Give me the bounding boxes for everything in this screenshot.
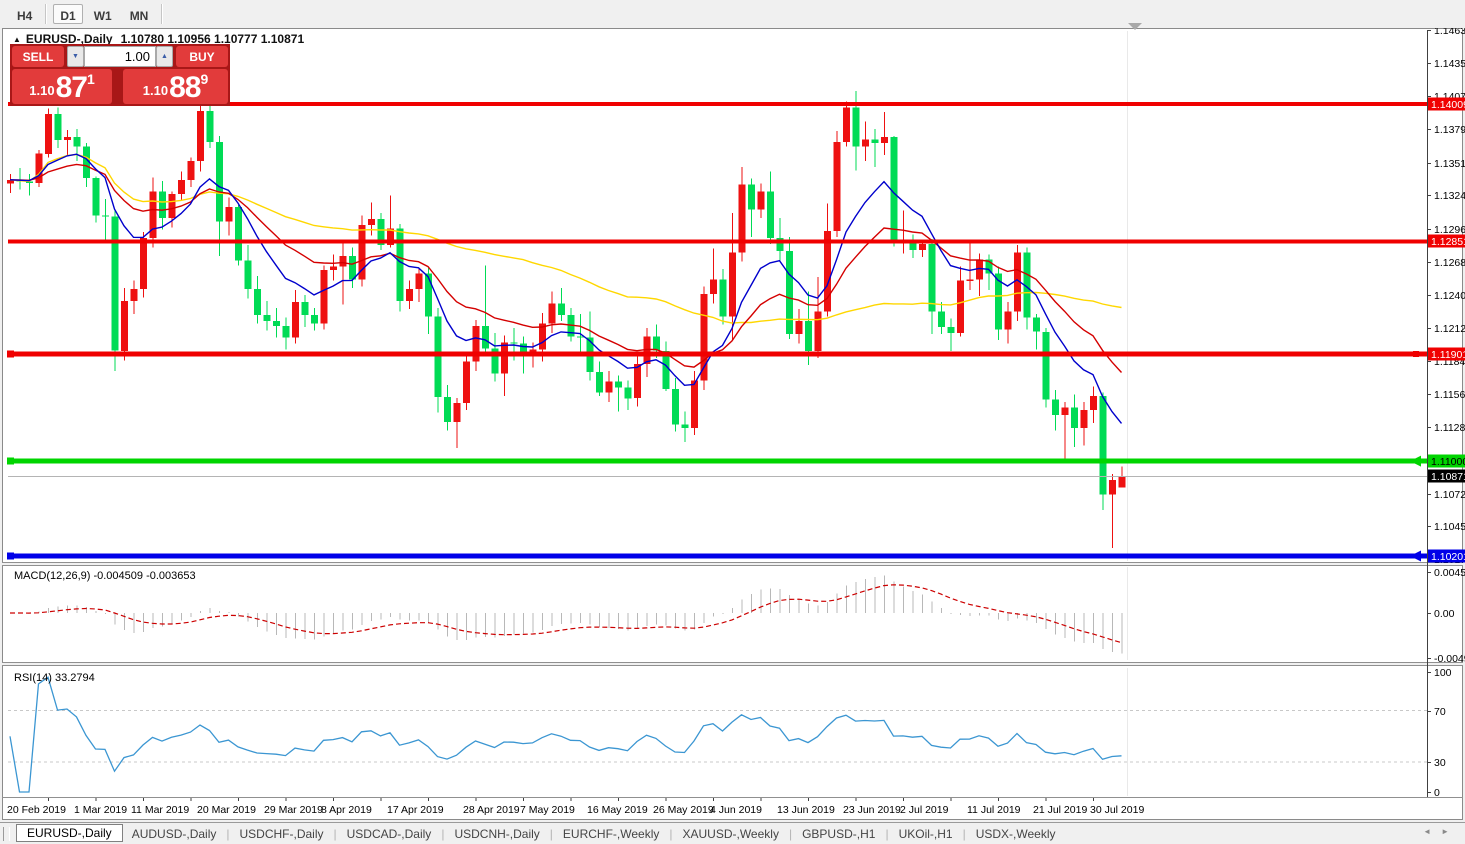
timeframe-button-mn[interactable]: MN [123,4,156,24]
chart-tab-usdcnh-daily[interactable]: USDCNH-,Daily [445,825,548,843]
one-click-trading-panel: SELL ▼ ▲ BUY 1.10 87 1 1.10 88 9 [10,44,230,106]
chart-tab-usdchf-daily[interactable]: USDCHF-,Daily [231,825,333,843]
tab-separator: | [789,827,792,841]
tab-separator: | [669,827,672,841]
rsi-indicator-label: RSI(14) 33.2794 [14,672,95,684]
tab-scroll-arrows[interactable]: ◄► [1423,827,1459,836]
volume-increase-button[interactable]: ▲ [156,46,173,67]
tabbar-grip [3,827,10,841]
macd-indicator-label: MACD(12,26,9) -0.004509 -0.003653 [14,570,196,582]
tab-separator: | [334,827,337,841]
timeframe-button-d1[interactable]: D1 [53,4,82,24]
chart-window[interactable] [2,28,1463,820]
tab-separator: | [441,827,444,841]
scroll-to-end-icon[interactable] [1128,23,1142,30]
buy-price-display[interactable]: 1.10 88 9 [123,69,228,104]
timeframe-toolbar: H4 D1W1MN [0,0,1465,28]
tab-separator: | [963,827,966,841]
tab-separator: | [550,827,553,841]
buy-button[interactable]: BUY [176,46,228,67]
volume-input[interactable] [84,46,156,67]
chart-tab-gbpusd-h1[interactable]: GBPUSD-,H1 [793,825,884,843]
chart-tab-eurusd-daily[interactable]: EURUSD-,Daily [16,824,123,842]
collapse-panel-icon[interactable]: ▲ [13,35,21,44]
volume-decrease-button[interactable]: ▼ [67,46,84,67]
buy-price-big: 88 [169,71,200,104]
toolbar-separator [161,4,163,24]
buy-price-pip: 9 [200,71,208,87]
chart-tab-usdx-weekly[interactable]: USDX-,Weekly [967,825,1065,843]
sell-price-big: 87 [56,71,87,104]
tab-separator: | [226,827,229,841]
chart-tab-usdcad-daily[interactable]: USDCAD-,Daily [338,825,441,843]
timeframe-button-w1[interactable]: W1 [87,4,119,24]
chart-tab-audusd-daily[interactable]: AUDUSD-,Daily [123,825,226,843]
timeframe-button-h4[interactable]: H4 [10,4,39,24]
sell-price-display[interactable]: 1.10 87 1 [12,69,112,104]
sell-price-pip: 1 [87,71,95,87]
chart-tab-bar: EURUSD-,DailyAUDUSD-,Daily|USDCHF-,Daily… [0,822,1465,844]
buy-price-prefix: 1.10 [143,83,168,98]
sell-price-prefix: 1.10 [29,83,54,98]
chart-tab-eurchf-weekly[interactable]: EURCHF-,Weekly [554,825,668,843]
sell-button[interactable]: SELL [12,46,64,67]
mt4-window: H4D1W1MN 1.146351.143551.140751.137951.1… [0,0,1465,844]
chart-tab-xauusd-weekly[interactable]: XAUUSD-,Weekly [673,825,787,843]
toolbar-separator [45,4,47,24]
tab-separator: | [885,827,888,841]
chart-tab-ukoil-h1[interactable]: UKOil-,H1 [890,825,962,843]
